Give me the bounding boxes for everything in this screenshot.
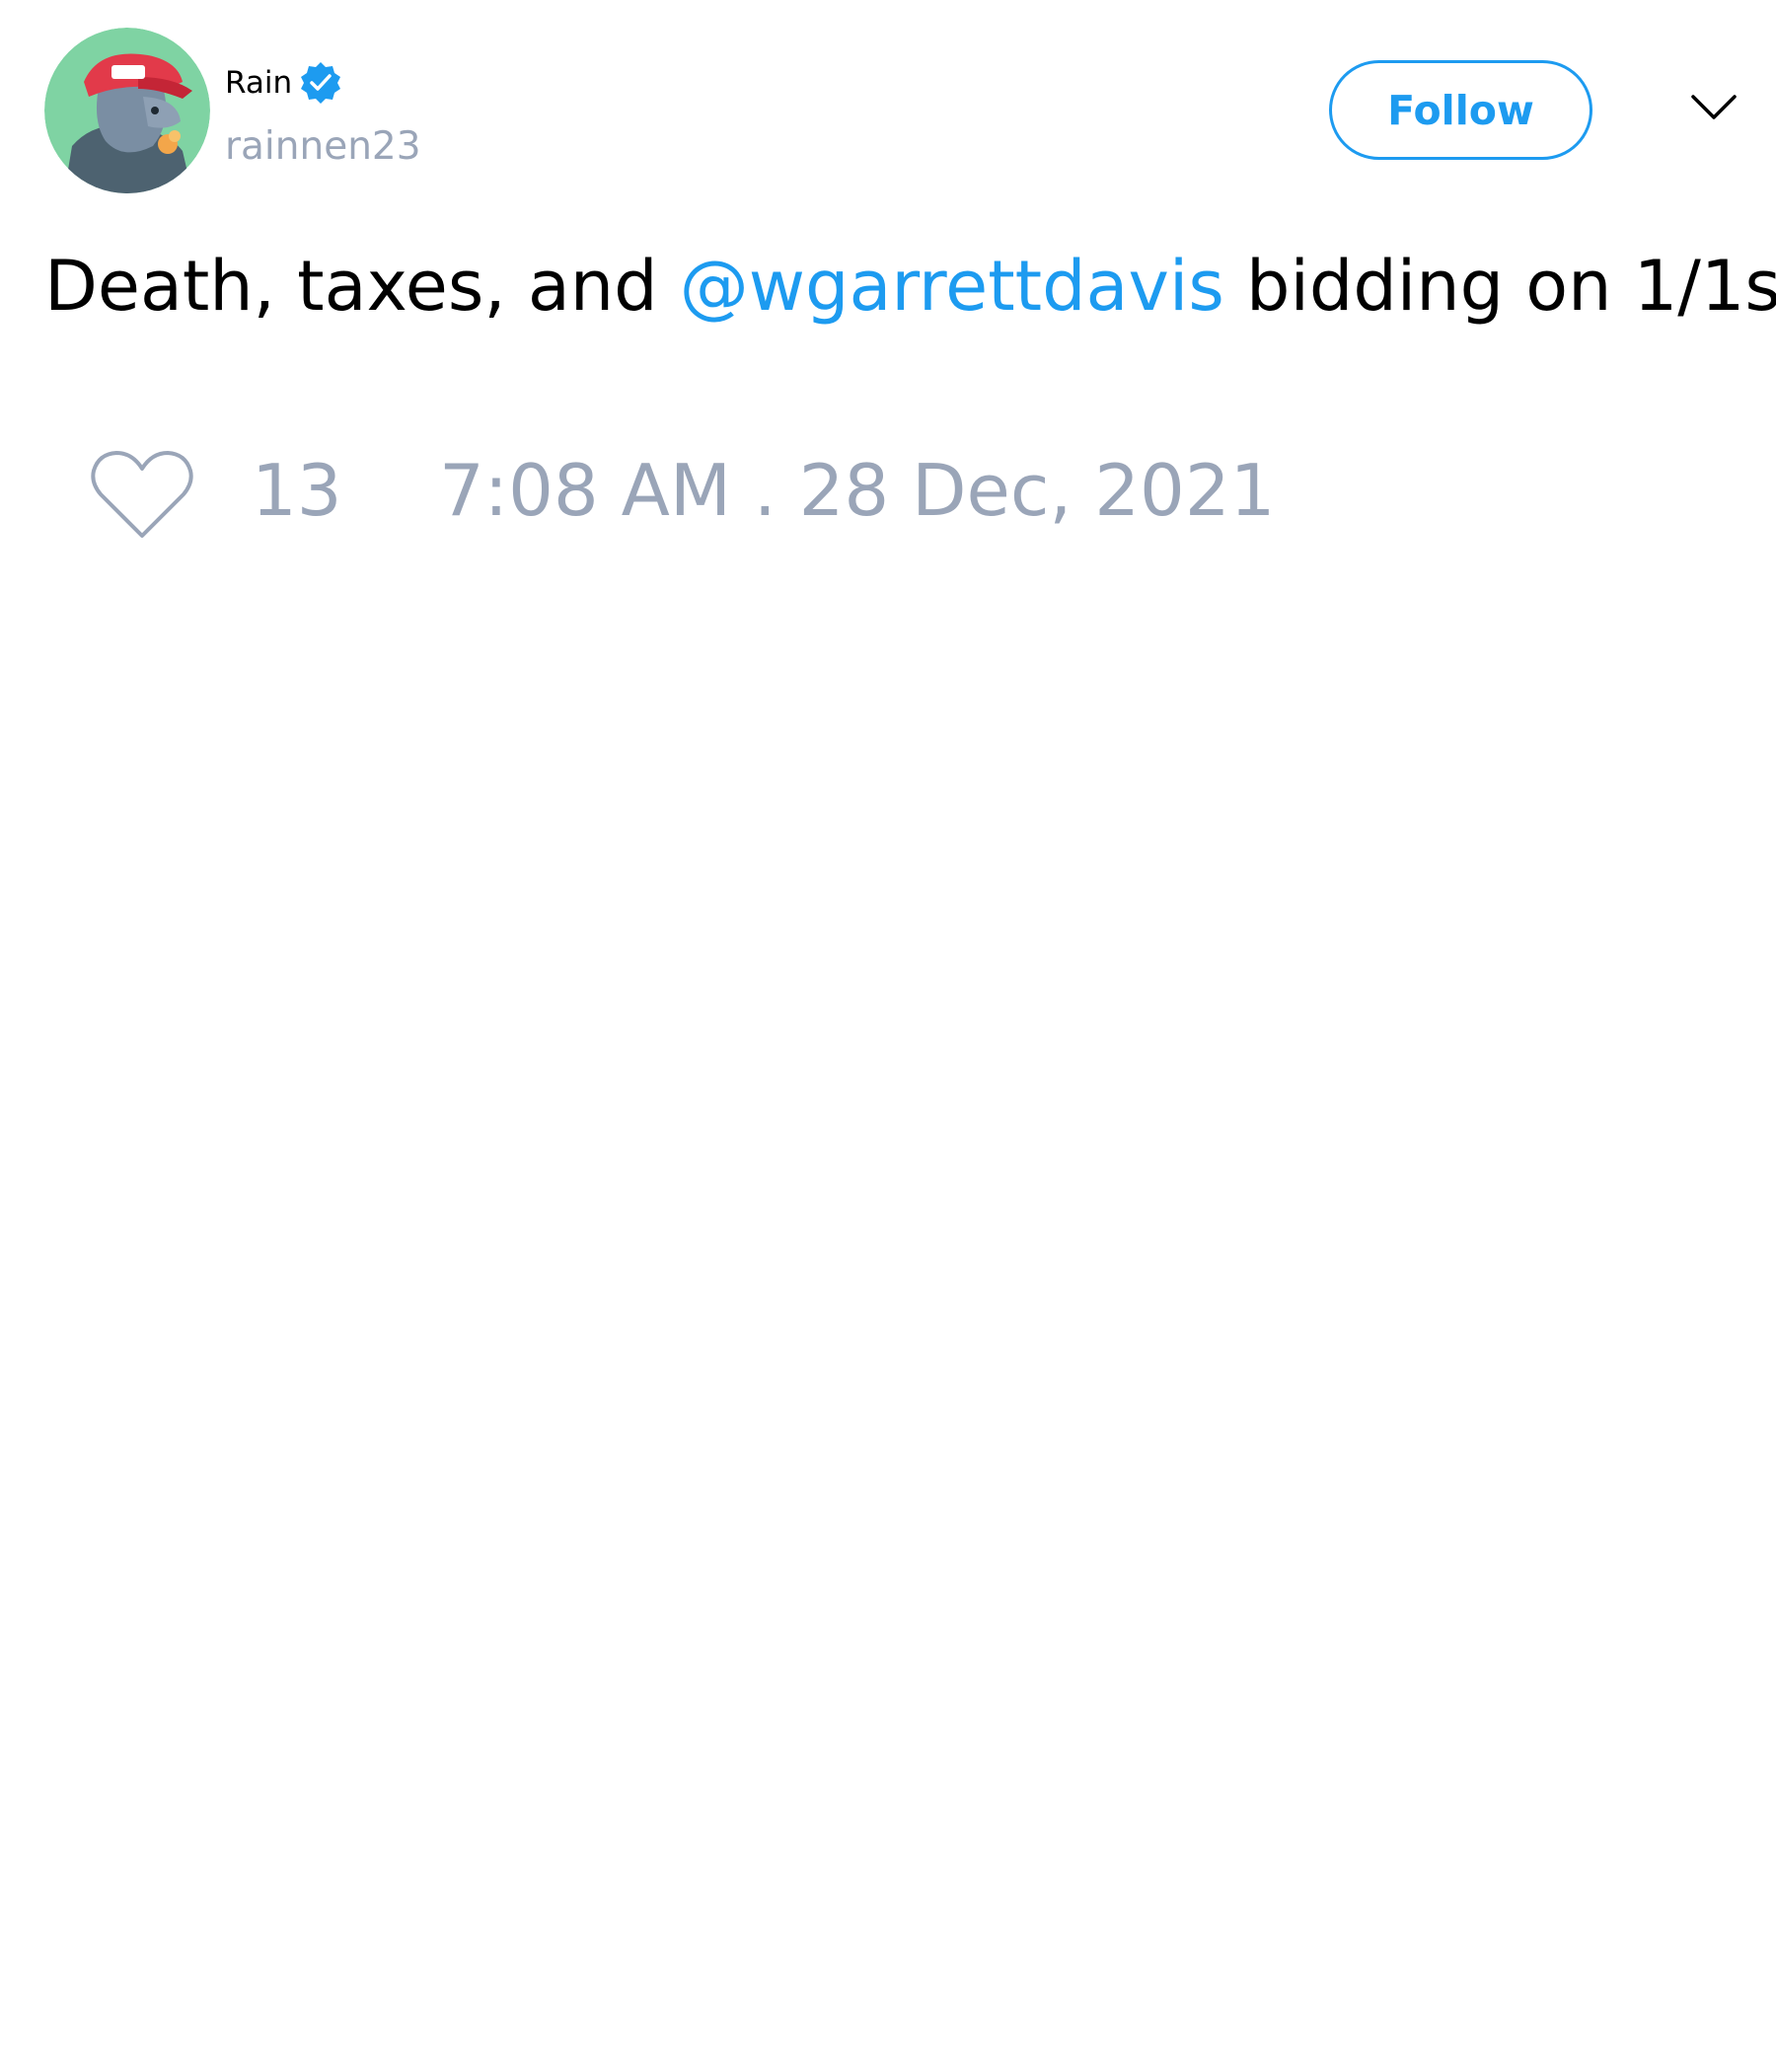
tweet-text-after: bidding on 1/1s	[1223, 246, 1776, 327]
mention-link[interactable]: @wgarrettdavis	[680, 246, 1224, 327]
verified-badge-icon	[298, 60, 343, 106]
tweet-text-before: Death, taxes, and	[44, 246, 680, 327]
chevron-down-icon[interactable]	[1689, 91, 1739, 124]
tweet-timestamp[interactable]: 7:08 AM . 28 Dec, 2021	[439, 451, 1275, 530]
tweet-text: Death, taxes, and @wgarrettdavis bidding…	[44, 245, 1776, 328]
follow-button[interactable]: Follow	[1329, 60, 1592, 160]
heart-icon[interactable]	[89, 449, 195, 540]
avatar[interactable]	[44, 28, 210, 193]
like-count: 13	[252, 449, 342, 532]
tweet-card: Rain rainnen23 Follow Death, taxes, and …	[0, 0, 1776, 2072]
author-handle[interactable]: rainnen23	[225, 125, 421, 169]
author-name-row: Rain	[225, 57, 343, 109]
display-name[interactable]: Rain	[225, 67, 292, 99]
